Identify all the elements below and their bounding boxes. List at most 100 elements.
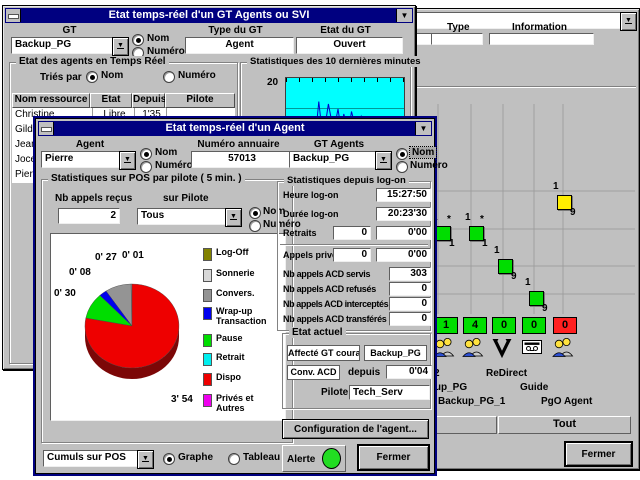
yaxis-max-label: 20: [267, 77, 278, 88]
agent-icon[interactable]: [461, 335, 487, 361]
tableau-radio[interactable]: [228, 453, 240, 465]
titlebar-gt[interactable]: Etat temps-réel d'un GT Agents ou SVI ▼: [5, 8, 413, 23]
node-top-count: 1: [465, 212, 471, 223]
agent-label: Agent: [41, 139, 139, 150]
resource-label: ReDirect: [486, 368, 527, 379]
stats-group-title: Statistiques des 10 dernières minutes: [247, 56, 424, 67]
legend-swatch-prives: [203, 394, 212, 407]
legend-swatch-pause: [203, 334, 212, 347]
sort-nom-radio[interactable]: [86, 71, 98, 83]
fermer-button-overview[interactable]: Fermer: [565, 442, 632, 466]
etat-gt-value: Ouvert: [296, 37, 403, 54]
resource-label: Guide: [520, 382, 548, 393]
col-etat[interactable]: Etat: [90, 93, 132, 108]
nb-recus-label: Nb appels reçus: [55, 193, 132, 204]
stat-value: 303: [389, 267, 431, 281]
col-depuis[interactable]: Depuis: [132, 93, 165, 108]
gt-agents-combobox[interactable]: Backup_PG: [289, 151, 381, 168]
graphe-label: Graphe: [178, 452, 213, 463]
titlebar-agent[interactable]: Etat temps-réel d'un Agent ▼: [38, 121, 432, 136]
gtagents-numero-radio[interactable]: [396, 161, 408, 173]
node-top-count: 1: [553, 181, 559, 192]
nb-recus-value: 2: [58, 208, 120, 224]
legend-swatch-wrapup: [203, 307, 212, 320]
type-gt-value: Agent: [185, 37, 294, 54]
agent-nom-radio[interactable]: [140, 148, 152, 160]
pilote-nom-radio[interactable]: [249, 207, 261, 219]
tableau-label: Tableau: [243, 452, 280, 463]
agent-numero-radio[interactable]: [140, 161, 152, 173]
queue-counter: 0: [492, 317, 516, 334]
gt-label: GT: [11, 25, 128, 36]
agent-nom-label: Nom: [155, 147, 177, 158]
pilote-combobox[interactable]: Tous: [137, 208, 231, 225]
depuis-label: depuis: [348, 367, 380, 378]
col-nom-ressource[interactable]: Nom ressource: [12, 93, 90, 108]
queue-counter: 0: [553, 317, 577, 334]
stat-value: 0: [389, 312, 431, 326]
pilote-combobox-arrow-icon[interactable]: [225, 208, 242, 227]
etat-actuel-group: Etat actuel Affecté GT courant Backup_PG…: [282, 333, 431, 409]
agent-numero-label: Numéro: [155, 160, 193, 171]
stat-value: 20:23'30: [376, 207, 431, 221]
fermer-button-agent[interactable]: Fermer: [358, 445, 429, 470]
pie-label-convers: 0' 27: [95, 252, 117, 263]
system-menu-icon[interactable]: [39, 122, 54, 135]
pie-label-wrapup: 0' 08: [69, 267, 91, 278]
tout-bar[interactable]: Tout: [498, 416, 631, 434]
logon-group-title: Statistiques depuis log-on: [284, 175, 409, 186]
stat-label: Heure log-on: [283, 190, 339, 200]
window-title: Etat temps-réel d'un GT Agents ou SVI: [109, 9, 310, 21]
legend-item: Log-Off: [203, 247, 283, 261]
legend-item: Wrap-up Transaction: [203, 306, 283, 326]
agent-combobox[interactable]: Pierre: [41, 151, 125, 168]
legend-item: Convers.: [203, 288, 283, 302]
legend-item: Pause: [203, 333, 283, 347]
resource-label: PgO Agent: [541, 396, 592, 407]
pilote-value: Tech_Serv: [349, 385, 430, 400]
etat-conv-box: Conv. ACD: [287, 365, 340, 380]
col-pilote[interactable]: Pilote: [165, 93, 235, 108]
sur-pilote-label: sur Pilote: [163, 193, 209, 204]
desktop: Type Information 191*11*11919140002ReDir…: [0, 0, 640, 480]
gtagents-nom-radio[interactable]: [396, 148, 408, 160]
legend-item: Sonnerie: [203, 268, 283, 282]
legend-swatch-sonnerie: [203, 269, 212, 282]
stat-label: Nb appels ACD refusés: [283, 284, 376, 294]
configuration-agent-button[interactable]: Configuration de l'agent...: [282, 419, 429, 439]
annuaire-value: 57013: [191, 151, 293, 168]
gt-agents-combobox-arrow-icon[interactable]: [375, 151, 392, 170]
agent-icon[interactable]: [551, 335, 577, 361]
window-agent-realtime: Etat temps-réel d'un Agent ▼ Agent Pierr…: [35, 118, 435, 474]
agents-group-title: Etat des agents en Temps Réel: [16, 56, 169, 67]
type-gt-label: Type du GT: [185, 25, 286, 36]
pie-label-pause: 0' 30: [54, 288, 76, 299]
agent-combobox-arrow-icon[interactable]: [119, 151, 136, 170]
gt-nom-radio[interactable]: [132, 34, 144, 46]
pos-group-title: Statistiques sur POS par pilote ( 5 min.…: [48, 173, 245, 184]
group-divider: [280, 244, 428, 246]
pilote-numero-radio[interactable]: [249, 220, 261, 232]
redirect-icon[interactable]: [490, 335, 516, 361]
node-bottom-count: 1: [449, 238, 455, 249]
gt-combobox-arrow-icon[interactable]: [112, 37, 129, 56]
legend-swatch-logoff: [203, 248, 212, 261]
pie-label-sonnerie: 0' 01: [122, 250, 144, 261]
announcement-icon[interactable]: [520, 335, 546, 361]
queue-counter: 4: [463, 317, 487, 334]
stat-label: Nb appels ACD transférés: [283, 314, 387, 324]
titlebar-dropdown-icon[interactable]: ▼: [415, 122, 431, 135]
titlebar-dropdown-icon[interactable]: ▼: [396, 9, 412, 22]
system-menu-icon[interactable]: [6, 9, 21, 22]
sort-numero-radio[interactable]: [163, 71, 175, 83]
window-title: Etat temps-réel d'un Agent: [165, 122, 304, 134]
cumuls-combobox-arrow-icon[interactable]: [137, 450, 154, 469]
alerte-panel: Alerte: [282, 445, 346, 472]
agent-icon[interactable]: [432, 335, 458, 361]
cumuls-combobox[interactable]: Cumuls sur POS: [43, 450, 143, 467]
pos-stats-group: Statistiques sur POS par pilote ( 5 min.…: [41, 179, 293, 443]
queue-counter: 1: [434, 317, 458, 334]
graphe-radio[interactable]: [163, 453, 175, 465]
gtagents-nom-label: Nom: [410, 147, 436, 158]
gt-combobox[interactable]: Backup_PG: [11, 37, 118, 54]
